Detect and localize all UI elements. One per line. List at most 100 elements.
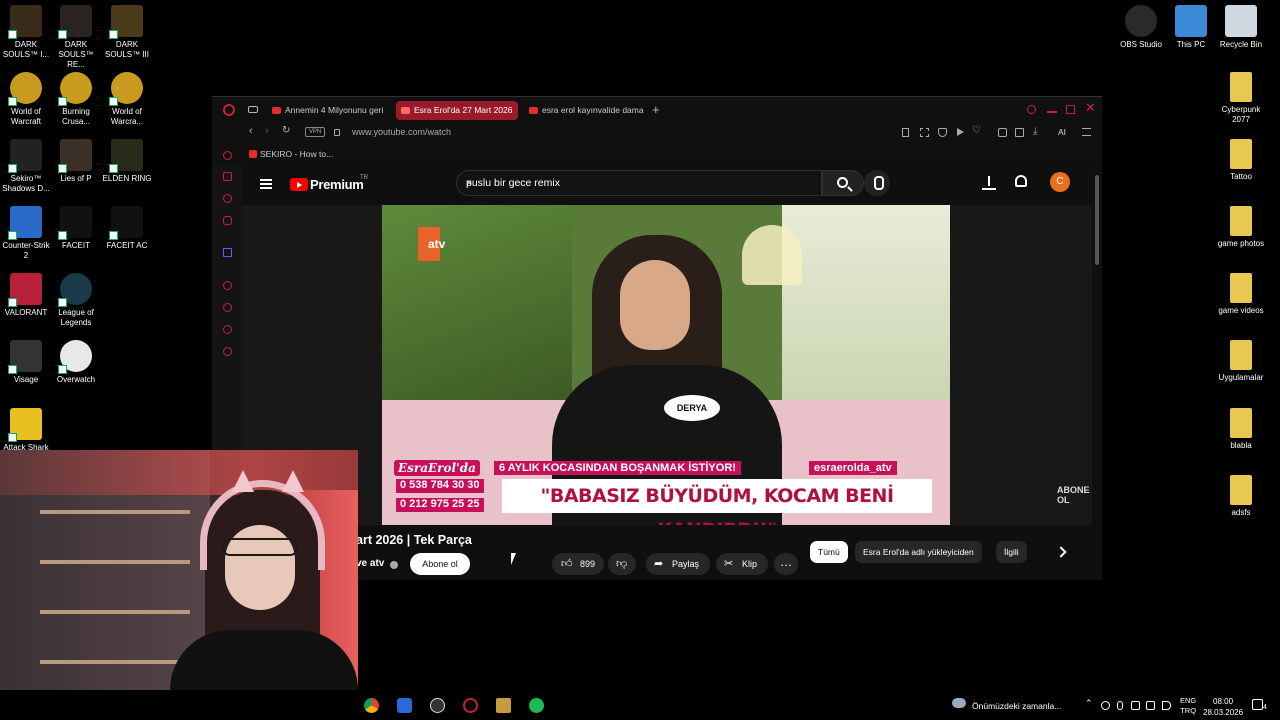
desktop-icon-left-14[interactable]: Visage (0, 340, 52, 385)
player-sidebar-icon[interactable] (223, 281, 232, 290)
network-icon[interactable] (1131, 701, 1140, 710)
bookmark-sekiro[interactable]: SEKIRO - How to... (260, 149, 333, 159)
desktop-icon-left-5[interactable]: World of Warcra... (101, 72, 153, 127)
create-upload-icon[interactable] (982, 176, 996, 190)
clear-search-icon[interactable]: × (466, 177, 472, 189)
desktop-icon-left-1[interactable]: DARK SOULS™ RE... (50, 5, 102, 70)
desktop-icon-right-1[interactable]: This PC (1165, 5, 1217, 50)
settings-sidebar-icon[interactable] (223, 347, 232, 356)
chip-uploader[interactable]: Esra Erol'da adlı yükleyiciden (855, 541, 982, 563)
extensions-icon[interactable] (998, 128, 1007, 137)
desktop-icon-left-7[interactable]: Lies of P (50, 139, 102, 184)
onedrive-icon[interactable] (1101, 701, 1110, 710)
play-icon[interactable] (957, 128, 964, 136)
display-icon[interactable] (1146, 701, 1155, 710)
tray-chevron-icon[interactable]: ⌃ (1085, 698, 1093, 709)
desktop-icon-left-10[interactable]: FACEIT (50, 206, 102, 251)
tab-kayinvalide[interactable]: esra erol kayınvalide dama (524, 101, 646, 120)
chip-related[interactable]: İlgili (996, 541, 1027, 563)
like-button[interactable]: 👍︎ 899 (552, 553, 604, 575)
close-window-button[interactable]: ✕ (1085, 100, 1096, 116)
desktop-icon-left-16[interactable]: Attack Shark (0, 408, 52, 453)
youtube-premium-label[interactable]: Premium (310, 177, 364, 192)
search-input[interactable]: puslu bir gece remix × (456, 170, 822, 196)
scrollbar[interactable] (1095, 175, 1099, 265)
microphone-icon[interactable] (1117, 701, 1123, 710)
desktop-icon-right-6[interactable]: game videos (1215, 273, 1267, 316)
video-player[interactable]: DERYA atv EsraErol'da 6 AYLIK KOCASINDAN… (242, 205, 1092, 525)
search-tabs-icon[interactable] (1027, 105, 1036, 114)
desktop-icon-right-8[interactable]: blabla (1215, 408, 1267, 451)
weather-text[interactable]: Önümüzdeki zamanla... (972, 701, 1061, 711)
clock[interactable]: 08:00 28.03.2026 (1203, 696, 1243, 718)
account-avatar[interactable]: C (1050, 172, 1070, 192)
aria-ai-icon[interactable]: AI (1058, 127, 1066, 137)
language-indicator[interactable]: ENG TRQ (1180, 696, 1196, 716)
desktop-icon-left-0[interactable]: DARK SOULS™ I... (0, 5, 52, 60)
video-frame[interactable]: DERYA atv EsraErol'da 6 AYLIK KOCASINDAN… (382, 205, 950, 525)
shield-icon[interactable] (938, 128, 947, 137)
snapshot-icon[interactable] (920, 128, 929, 137)
back-icon[interactable]: ‹ (249, 125, 253, 137)
reload-sidebar-icon[interactable] (223, 151, 232, 160)
maximize-button[interactable] (1066, 105, 1075, 114)
desktop-icon-left-3[interactable]: World of Warcraft (0, 72, 52, 127)
desktop-icon-right-9[interactable]: adsfs (1215, 475, 1267, 518)
url-field[interactable]: www.youtube.com/watch (352, 127, 451, 137)
desktop-icon-left-4[interactable]: Burning Crusa... (50, 72, 102, 127)
weather-icon[interactable] (952, 698, 966, 708)
search-button[interactable] (822, 170, 864, 196)
desktop-icon-right-3[interactable]: Cyberpunk 2077 (1215, 72, 1267, 125)
download-icon[interactable]: ⤓ (1033, 126, 1037, 137)
task-app-icon[interactable] (397, 698, 412, 713)
opera-taskbar-icon[interactable] (463, 698, 478, 713)
desktop-icon-right-0[interactable]: OBS Studio (1115, 5, 1167, 50)
spotify-icon[interactable] (529, 698, 544, 713)
heart-icon[interactable]: ♡ (972, 125, 981, 136)
forward-icon[interactable]: › (265, 125, 269, 137)
speaker-icon[interactable] (1162, 701, 1171, 710)
desktop-icon-left-11[interactable]: FACEIT AC (101, 206, 153, 251)
share-button[interactable]: ➦ Paylaş (646, 553, 710, 575)
new-tab-button[interactable]: + (652, 102, 660, 117)
youtube-logo-icon[interactable] (290, 178, 308, 191)
desktop-icon-left-8[interactable]: ELDEN RING (101, 139, 153, 184)
tab-esra-erol-active[interactable]: Esra Erol'da 27 Mart 2026 (396, 101, 518, 120)
voice-search-button[interactable] (864, 170, 890, 196)
desktop-icon-left-6[interactable]: Sekiro™ Shadows D... (0, 139, 52, 194)
instagram-sidebar-icon[interactable] (223, 216, 232, 225)
channel-name[interactable]: ve atv (356, 558, 384, 569)
chip-all[interactable]: Tümü (810, 541, 848, 563)
chrome-icon[interactable] (364, 698, 379, 713)
desktop-icon-left-13[interactable]: League of Legends (50, 273, 102, 328)
dislike-button[interactable]: 👎︎ (608, 553, 636, 575)
notifications-bell-icon[interactable] (1015, 175, 1027, 187)
home-sidebar-icon[interactable] (223, 172, 232, 181)
subscribe-button[interactable]: Abone ol (410, 553, 470, 575)
notification-icon[interactable] (1252, 699, 1263, 710)
history-sidebar-icon[interactable] (223, 303, 232, 312)
tab-islands-icon[interactable] (248, 106, 258, 113)
opera-logo-icon[interactable] (223, 104, 235, 116)
desktop-icon-left-2[interactable]: DARK SOULS™ III (101, 5, 153, 60)
desktop-icon-left-12[interactable]: VALORANT (0, 273, 52, 318)
messenger-sidebar-icon[interactable] (223, 194, 232, 203)
clip-button[interactable]: ✂ Klip (716, 553, 768, 575)
obs-taskbar-icon[interactable] (430, 698, 445, 713)
twitch-sidebar-icon[interactable] (223, 248, 232, 257)
chat-sidebar-icon[interactable] (223, 325, 232, 334)
tab-annemin[interactable]: Annemin 4 Milyonunu geri (267, 101, 385, 120)
desktop-icon-left-15[interactable]: Overwatch (50, 340, 102, 385)
more-actions-button[interactable]: … (774, 553, 798, 575)
bookmark-icon[interactable] (902, 128, 909, 137)
desktop-icon-right-2[interactable]: Recycle Bin (1215, 5, 1267, 50)
desktop-icon-left-9[interactable]: Counter-Strik 2 (0, 206, 52, 261)
league-taskbar-icon[interactable] (496, 698, 511, 713)
chips-next-icon[interactable] (1055, 546, 1067, 558)
menu-icon[interactable] (1082, 128, 1091, 136)
reload-icon[interactable]: ↻ (282, 125, 290, 136)
desktop-icon-right-5[interactable]: game photos (1215, 206, 1267, 249)
desktop-icon-right-7[interactable]: Uygulamalar (1215, 340, 1267, 383)
wallet-icon[interactable] (1015, 128, 1024, 137)
desktop-icon-right-4[interactable]: Tattoo (1215, 139, 1267, 182)
